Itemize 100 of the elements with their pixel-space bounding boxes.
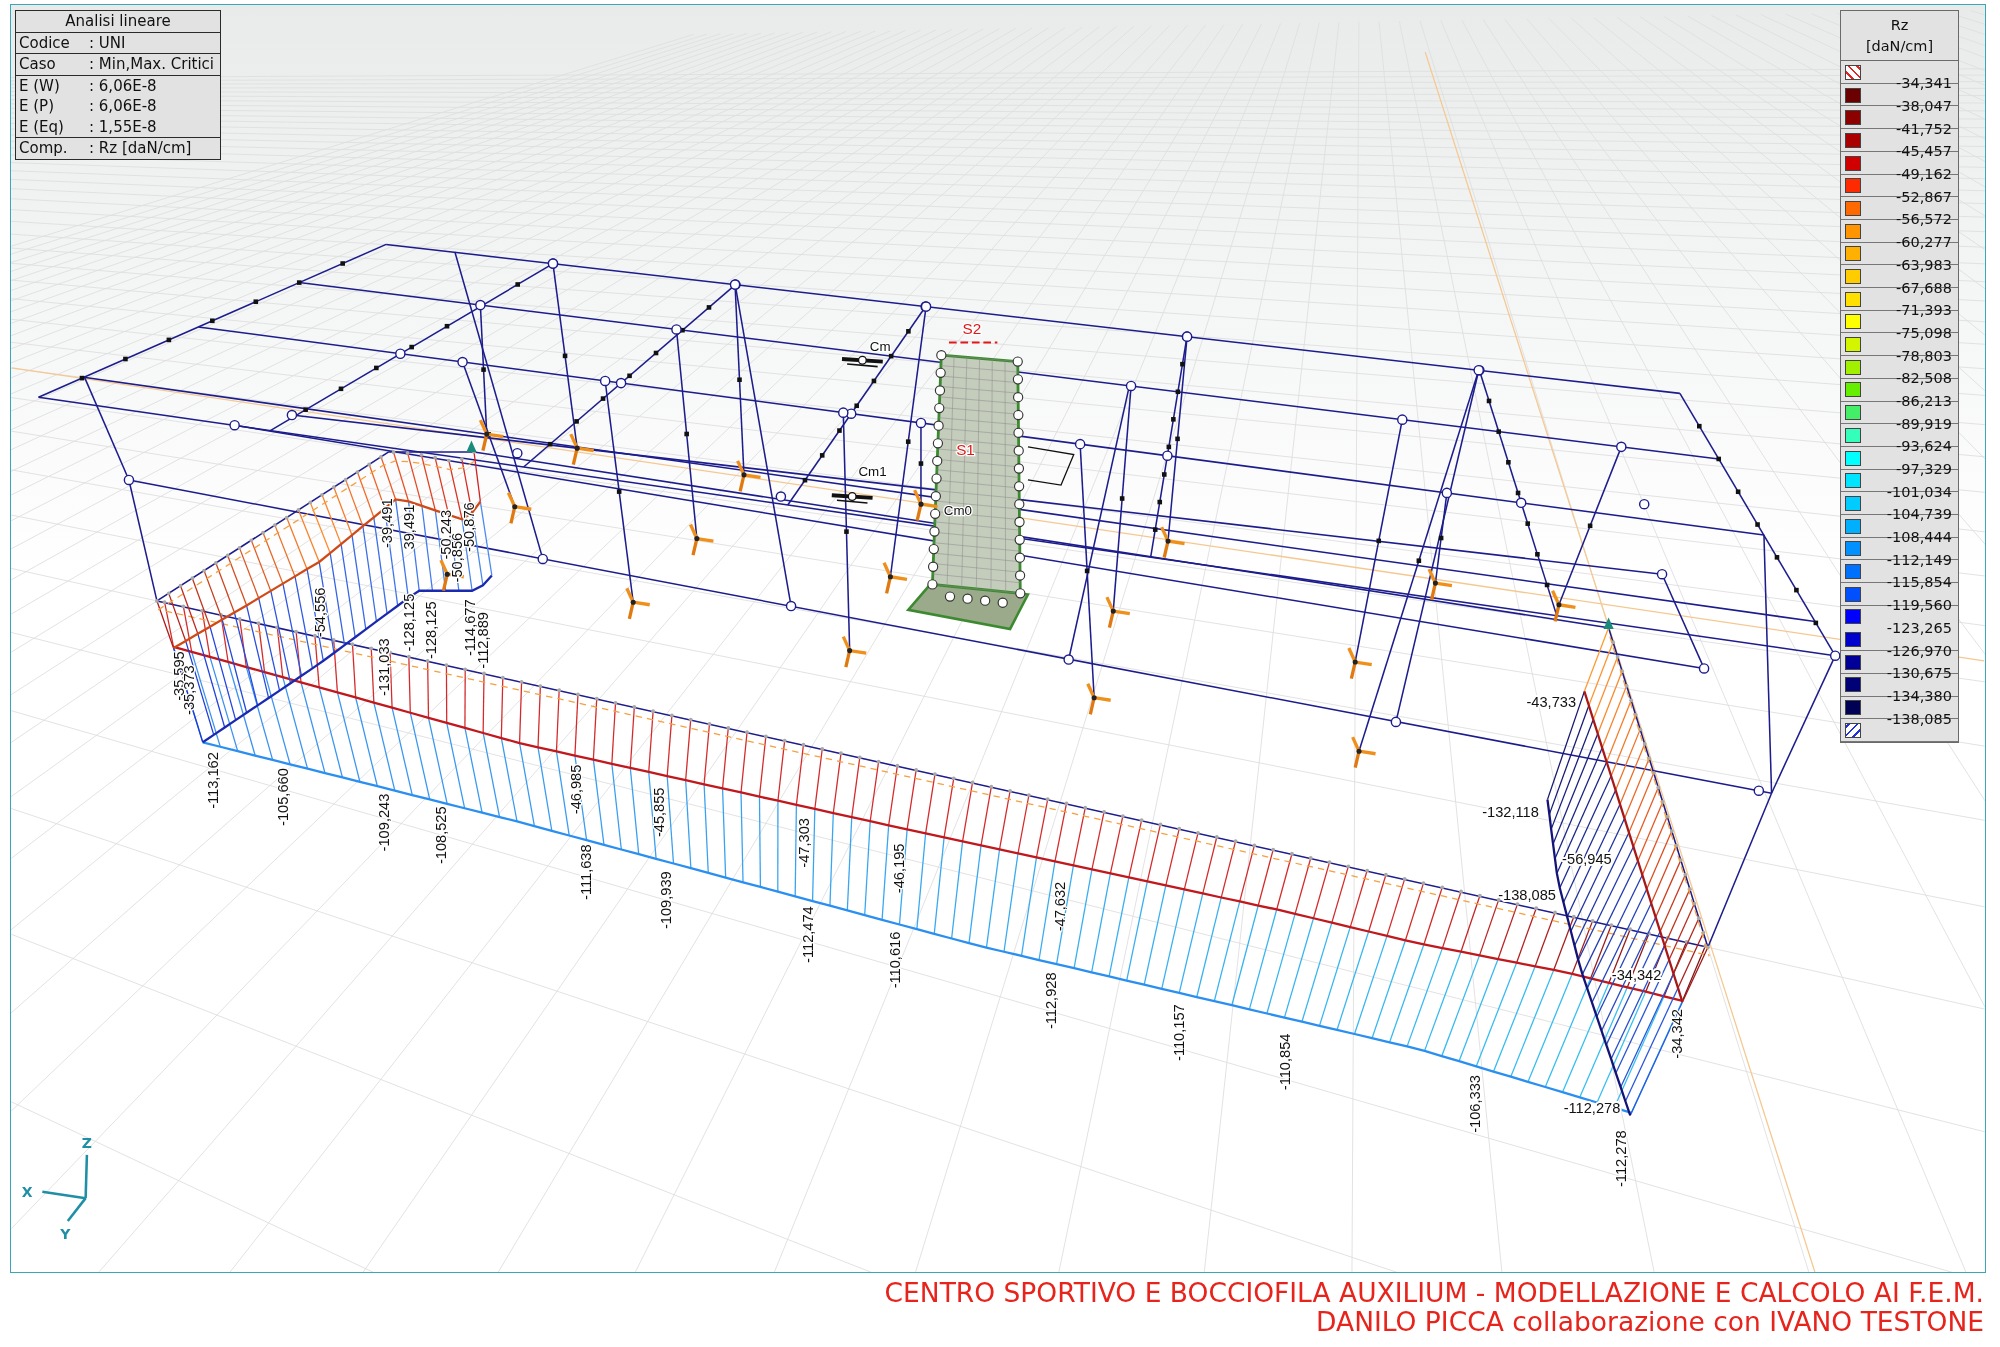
value-label: -110,157 (1171, 1004, 1188, 1061)
value-label: -112,928 (1042, 972, 1059, 1030)
legend-value: -45,457 (1895, 142, 1952, 162)
support-icon (1551, 590, 1576, 622)
value-label: -34,342 (1669, 1009, 1686, 1059)
value-label: -109,243 (375, 793, 392, 852)
hinge-node-icon (785, 600, 797, 612)
field-value: : Min,Max. Critici (89, 54, 215, 75)
value-label: -47,303 (795, 818, 812, 868)
value-label: -45,855 (650, 787, 667, 838)
hinge-node-icon (1753, 785, 1765, 796)
value-label: -106,333 (1466, 1075, 1483, 1133)
field-value: : 6,06E-8 (89, 96, 158, 117)
hinge-node-icon (1162, 450, 1173, 461)
value-label: -112,278 (1563, 1099, 1621, 1116)
value-label: -109,939 (658, 871, 675, 930)
hinge-node-icon (1515, 497, 1527, 509)
legend-value: -86,213 (1895, 391, 1952, 411)
field-label: Caso (19, 54, 57, 75)
support-icon (1351, 736, 1376, 769)
support-icon (478, 419, 504, 452)
support-icon (1347, 647, 1372, 679)
hinge-node-icon (615, 377, 627, 389)
legend-value: -115,854 (1885, 573, 1952, 593)
hinge-node-icon (1638, 498, 1650, 510)
node-label: Cm1 (858, 463, 887, 479)
hinge-node-icon (915, 417, 927, 429)
legend-value: -67,688 (1895, 278, 1952, 298)
legend-value: -38,047 (1895, 97, 1952, 117)
legend-value: -63,983 (1895, 255, 1952, 275)
support-icon (506, 492, 532, 524)
hinge-node-icon (599, 375, 611, 387)
node-marker-icon (1603, 617, 1614, 629)
legend-value: -93,624 (1895, 437, 1952, 457)
hinge-node-icon (1441, 487, 1453, 499)
legend-value: -89,919 (1895, 414, 1952, 434)
legend-title: Rz (1890, 16, 1909, 35)
value-label: -47,632 (1051, 881, 1068, 932)
node-symbol-icon (831, 492, 873, 504)
field-value: : 6,06E-8 (89, 75, 158, 96)
legend-value: -112,149 (1885, 550, 1952, 570)
value-label: -112,278 (1613, 1130, 1630, 1187)
field-label: Codice (19, 32, 71, 53)
hinge-node-icon (1125, 380, 1137, 392)
hinge-node-icon (1616, 441, 1627, 453)
legend-value: -71,393 (1895, 301, 1952, 321)
hinge-node-icon (1698, 663, 1710, 674)
support-icon (913, 489, 938, 522)
value-label: -128,125 (401, 593, 418, 652)
hinge-node-icon (512, 447, 523, 459)
field-label: E (Eq) (19, 116, 65, 137)
value-label: -128,125 (422, 601, 439, 660)
credits-line: DANILO PICCA collaborazione con IVANO TESTONE (1316, 1307, 1984, 1336)
value-label: -108,525 (432, 806, 449, 865)
legend-value: -138,085 (1885, 709, 1952, 729)
legend-value: -34,341 (1895, 74, 1952, 94)
hinge-node-icon (395, 348, 406, 360)
value-label: -112,474 (799, 906, 816, 963)
field-value: : 1,55E-8 (89, 116, 158, 137)
legend-value: -104,739 (1885, 505, 1952, 525)
legend-value: -108,444 (1885, 528, 1952, 548)
hinge-node-icon (1656, 568, 1668, 580)
hinge-node-icon (1473, 364, 1484, 376)
hinge-node-icon (229, 419, 240, 431)
field-label: E (P) (19, 96, 55, 117)
hinge-node-icon (286, 409, 298, 421)
value-label: -54,556 (311, 587, 328, 638)
hinge-node-icon (1063, 654, 1074, 665)
axis-label: Y (60, 1225, 71, 1242)
value-label: -132,118 (1482, 804, 1539, 821)
support-icon (688, 523, 714, 556)
value-label: -43,733 (1526, 693, 1577, 710)
legend-value: -41,752 (1895, 119, 1952, 139)
node-marker-icon (466, 440, 477, 452)
hinge-node-icon (123, 474, 135, 486)
value-label: -138,085 (1498, 887, 1556, 904)
legend-value: -75,098 (1895, 323, 1952, 343)
value-label: -46,985 (567, 764, 584, 815)
axis-label: Z (81, 1135, 92, 1152)
hinge-node-icon (1829, 650, 1841, 661)
legend-value: -56,572 (1895, 210, 1952, 230)
support-icon (625, 587, 650, 620)
node-symbol-icon (841, 355, 883, 368)
hinge-node-icon (1074, 438, 1086, 450)
legend-value: -134,380 (1885, 686, 1952, 706)
value-label: -46,195 (891, 843, 908, 894)
value-label: -131,033 (375, 638, 392, 697)
value-label: -110,616 (887, 931, 904, 989)
section-label: S2 (962, 319, 982, 337)
hinge-node-icon (475, 299, 486, 311)
legend-value: -123,265 (1885, 618, 1952, 638)
value-label: -105,660 (275, 768, 291, 826)
node-label: Cm (869, 338, 891, 354)
hinge-node-icon (1390, 716, 1402, 728)
axis-label: X (21, 1183, 33, 1200)
legend-value: -119,560 (1885, 596, 1952, 616)
support-icon (569, 433, 594, 466)
support-icon (1105, 596, 1131, 629)
field-label: Comp. (19, 138, 69, 159)
legend-value: -82,508 (1895, 369, 1952, 389)
